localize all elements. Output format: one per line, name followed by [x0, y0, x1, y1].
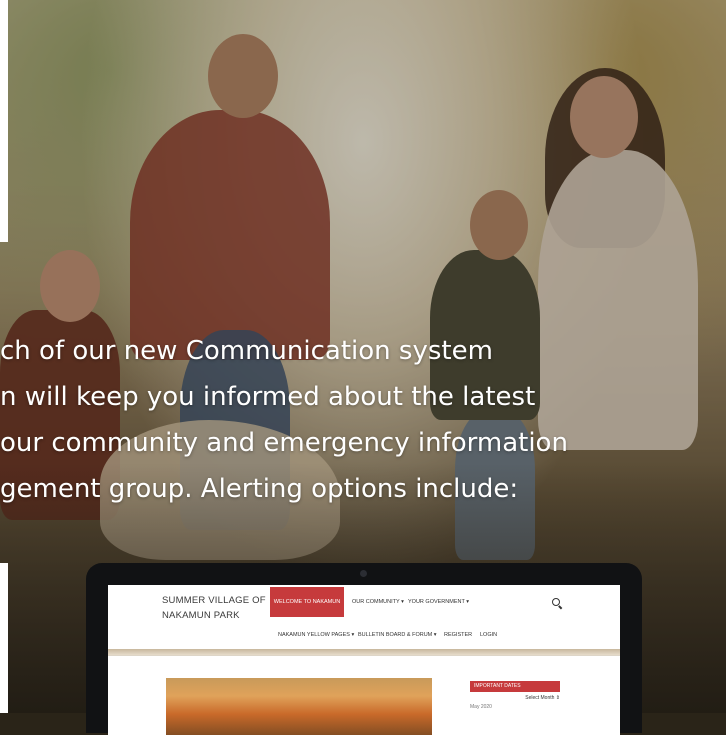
important-dates-panel: IMPORTANT DATES Select Month ⇕ May 2020 — [470, 681, 560, 710]
intro-line-4: gement group. Alerting options include: — [0, 474, 519, 504]
edge-strip-bottom — [0, 563, 8, 713]
nav-welcome-tab[interactable]: WELCOME TO NAKAMUN — [270, 587, 344, 617]
nav-yellow-pages[interactable]: NAKAMUN YELLOW PAGES ▾ — [278, 629, 354, 641]
important-dates-heading: IMPORTANT DATES — [470, 681, 560, 692]
intro-text: ch of our new Communication system n wil… — [0, 328, 726, 512]
edge-strip-top — [0, 0, 8, 242]
nav-register[interactable]: REGISTER — [444, 629, 472, 641]
search-icon[interactable] — [552, 598, 560, 606]
intro-line-1: ch of our new Communication system — [0, 336, 493, 366]
nav-login[interactable]: LOGIN — [480, 629, 497, 641]
intro-line-3: our community and emergency information — [0, 428, 568, 458]
featured-landscape-image — [166, 678, 432, 735]
site-title-line-1: SUMMER VILLAGE OF — [162, 595, 266, 606]
intro-line-2: n will keep you informed about the lates… — [0, 382, 536, 412]
month-label: May 2020 — [470, 704, 492, 710]
nav-bulletin-board[interactable]: BULLETIN BOARD & FORUM ▾ — [358, 629, 437, 641]
camera-icon — [360, 570, 367, 577]
laptop-mockup: SUMMER VILLAGE OF NAKAMUN PARK WELCOME T… — [86, 563, 642, 735]
nav-government-tab[interactable]: YOUR GOVERNMENT ▾ — [400, 587, 477, 617]
month-select[interactable]: Select Month ⇕ — [470, 695, 560, 701]
header-divider-line — [108, 655, 620, 656]
site-title-line-2: NAKAMUN PARK — [162, 610, 240, 621]
site-title[interactable]: SUMMER VILLAGE OF NAKAMUN PARK — [162, 593, 272, 623]
